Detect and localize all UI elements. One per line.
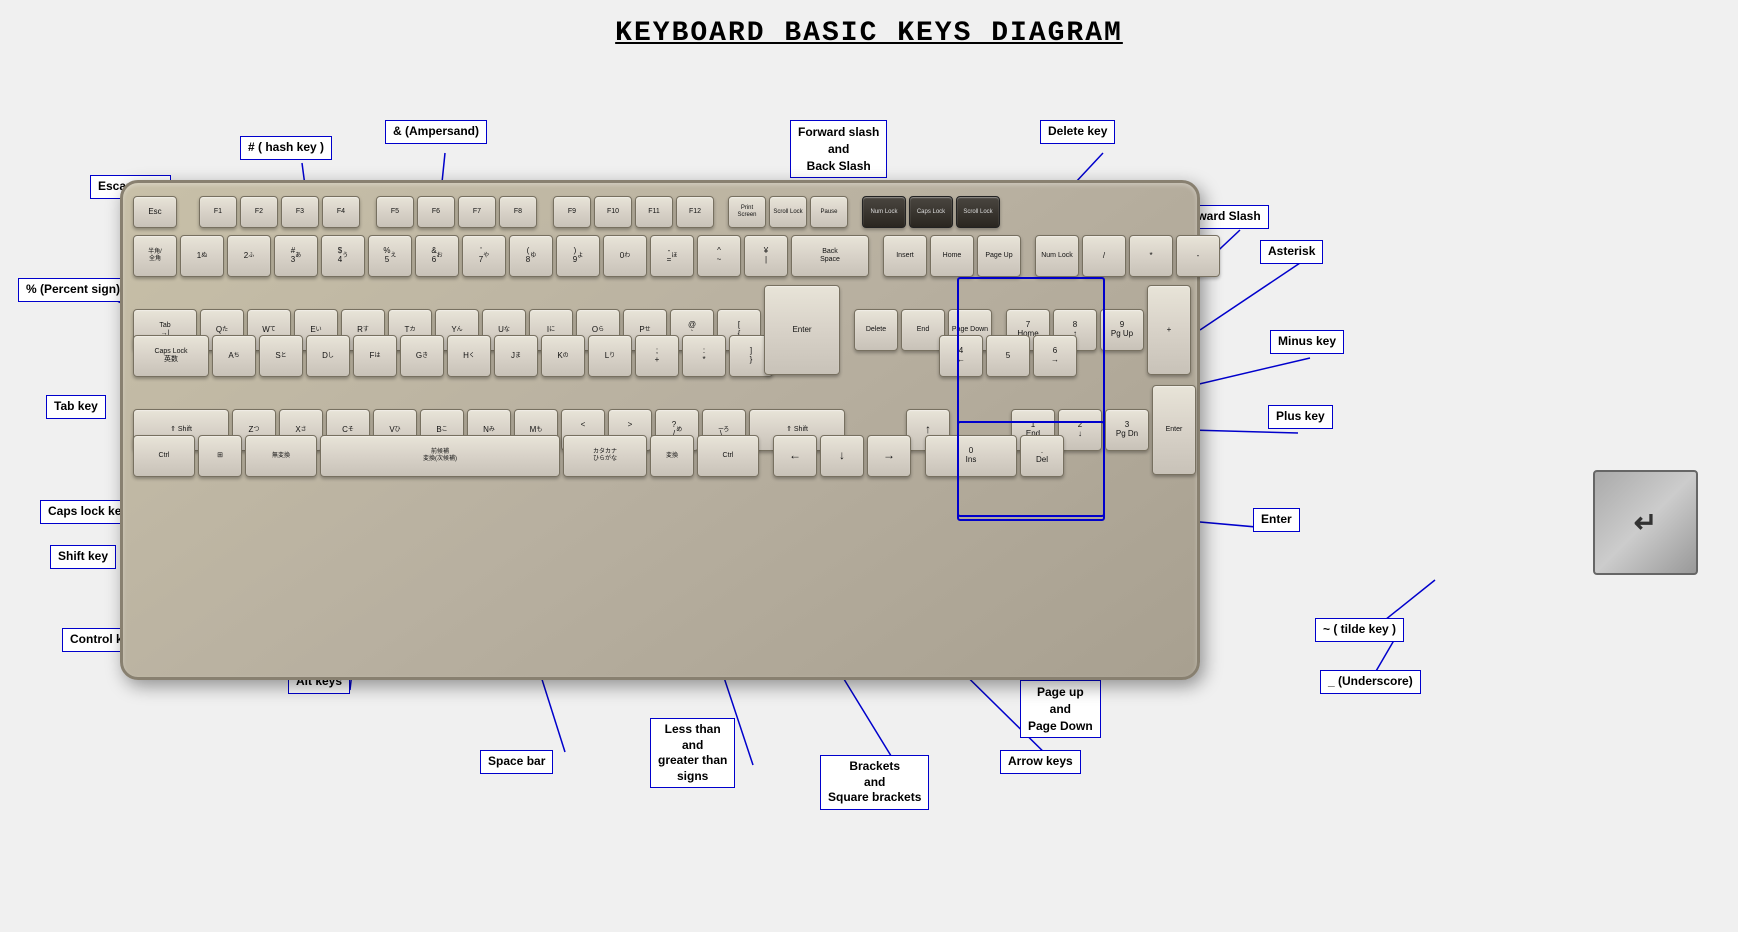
key-2[interactable]: 2ふ	[227, 235, 271, 277]
key-caps-lock[interactable]: Caps Lock英数	[133, 335, 209, 377]
key-7[interactable]: '7や	[462, 235, 506, 277]
key-num-slash[interactable]: /	[1082, 235, 1126, 277]
label-delete-key: Delete key	[1040, 120, 1115, 144]
key-d[interactable]: Dし	[306, 335, 350, 377]
label-less-greater: Less thanandgreater thansigns	[650, 718, 735, 788]
key-f5[interactable]: F5	[376, 196, 414, 228]
label-arrow-keys: Arrow keys	[1000, 750, 1081, 774]
key-katakana[interactable]: カタカナひらがな	[563, 435, 647, 477]
key-minus[interactable]: -=ほ	[650, 235, 694, 277]
key-numlock[interactable]: Num Lock	[1035, 235, 1079, 277]
label-page-up-down: Page upandPage Down	[1020, 680, 1101, 738]
key-k[interactable]: Kの	[541, 335, 585, 377]
key-num2[interactable]: 2↓	[1058, 409, 1102, 451]
label-percent-sign: % (Percent sign)	[18, 278, 128, 302]
key-num5[interactable]: 5	[986, 335, 1030, 377]
key-h[interactable]: Hく	[447, 335, 491, 377]
key-num9[interactable]: 9Pg Up	[1100, 309, 1144, 351]
key-page-up[interactable]: Page Up	[977, 235, 1021, 277]
key-8[interactable]: (8ゆ	[509, 235, 553, 277]
key-4[interactable]: $4う	[321, 235, 365, 277]
key-print-screen[interactable]: Print Screen	[728, 196, 766, 228]
label-shift-key-left: Shift key	[50, 545, 116, 569]
enter-key-inset: ↵	[1593, 470, 1698, 575]
label-hash-key: # ( hash key )	[240, 136, 332, 160]
key-f[interactable]: Fは	[353, 335, 397, 377]
key-f3[interactable]: F3	[281, 196, 319, 228]
key-arrow-right[interactable]: →	[867, 435, 911, 477]
page-title: KEYBOARD BASIC KEYS DIAGRAM	[0, 0, 1738, 49]
label-enter: Enter	[1253, 508, 1300, 532]
key-arrow-left[interactable]: ←	[773, 435, 817, 477]
key-home[interactable]: Home	[930, 235, 974, 277]
key-arrow-down[interactable]: ↓	[820, 435, 864, 477]
key-j[interactable]: Jま	[494, 335, 538, 377]
key-6[interactable]: &6お	[415, 235, 459, 277]
key-num-asterisk[interactable]: *	[1129, 235, 1173, 277]
key-pause[interactable]: Pause	[810, 196, 848, 228]
key-a[interactable]: Aち	[212, 335, 256, 377]
label-brackets: BracketsandSquare brackets	[820, 755, 929, 810]
key-f4[interactable]: F4	[322, 196, 360, 228]
key-f9[interactable]: F9	[553, 196, 591, 228]
key-9[interactable]: )9よ	[556, 235, 600, 277]
key-num3[interactable]: 3Pg Dn	[1105, 409, 1149, 451]
key-backspace[interactable]: BackSpace	[791, 235, 869, 277]
key-f7[interactable]: F7	[458, 196, 496, 228]
key-f11[interactable]: F11	[635, 196, 673, 228]
key-f1[interactable]: F1	[199, 196, 237, 228]
label-minus-key: Minus key	[1270, 330, 1344, 354]
key-3[interactable]: #3あ	[274, 235, 318, 277]
label-asterisk2: Asterisk	[1260, 240, 1323, 264]
label-tilde-key: ~ ( tilde key )	[1315, 618, 1404, 642]
key-1[interactable]: 1ぬ	[180, 235, 224, 277]
key-num-plus[interactable]: +	[1147, 285, 1191, 375]
key-num0[interactable]: 0Ins	[925, 435, 1017, 477]
key-g[interactable]: Gき	[400, 335, 444, 377]
key-henkan[interactable]: 変換	[650, 435, 694, 477]
key-space[interactable]: 前候補変換(次候補)	[320, 435, 560, 477]
key-ctrl-left[interactable]: Ctrl	[133, 435, 195, 477]
key-num4[interactable]: 4←	[939, 335, 983, 377]
key-num6[interactable]: 6→	[1033, 335, 1077, 377]
label-plus-key: Plus key	[1268, 405, 1333, 429]
key-equals[interactable]: ^~	[697, 235, 741, 277]
label-fwd-back-slash: Forward slashandBack Slash	[790, 120, 887, 178]
key-hankaku[interactable]: 半角/全角	[133, 235, 177, 277]
key-num-del[interactable]: .Del	[1020, 435, 1064, 477]
key-num-enter[interactable]: Enter	[1152, 385, 1196, 475]
label-tab-key: Tab key	[46, 395, 106, 419]
key-num-minus[interactable]: -	[1176, 235, 1220, 277]
key-scroll-lock[interactable]: Scroll Lock	[769, 196, 807, 228]
label-underscore: _ (Underscore)	[1320, 670, 1421, 694]
key-win[interactable]: ⊞	[198, 435, 242, 477]
key-enter[interactable]: Enter	[764, 285, 840, 375]
label-ampersand: & (Ampersand)	[385, 120, 487, 144]
key-num-lock[interactable]: Num Lock	[862, 196, 906, 228]
key-f12[interactable]: F12	[676, 196, 714, 228]
key-5[interactable]: %5え	[368, 235, 412, 277]
label-space-bar: Space bar	[480, 750, 553, 774]
key-f10[interactable]: F10	[594, 196, 632, 228]
key-0[interactable]: 0わ	[603, 235, 647, 277]
key-f6[interactable]: F6	[417, 196, 455, 228]
key-caps-lock-ind[interactable]: Caps Lock	[909, 196, 953, 228]
key-semicolon[interactable]: ;+	[635, 335, 679, 377]
key-scroll-lock-ind[interactable]: Scroll Lock	[956, 196, 1000, 228]
key-f2[interactable]: F2	[240, 196, 278, 228]
key-muhenkan[interactable]: 無変換	[245, 435, 317, 477]
key-s[interactable]: Sと	[259, 335, 303, 377]
key-f8[interactable]: F8	[499, 196, 537, 228]
key-insert[interactable]: Insert	[883, 235, 927, 277]
key-ctrl-right[interactable]: Ctrl	[697, 435, 759, 477]
key-yen[interactable]: ¥|	[744, 235, 788, 277]
key-l[interactable]: Lり	[588, 335, 632, 377]
key-esc[interactable]: Esc	[133, 196, 177, 228]
key-colon[interactable]: :*	[682, 335, 726, 377]
